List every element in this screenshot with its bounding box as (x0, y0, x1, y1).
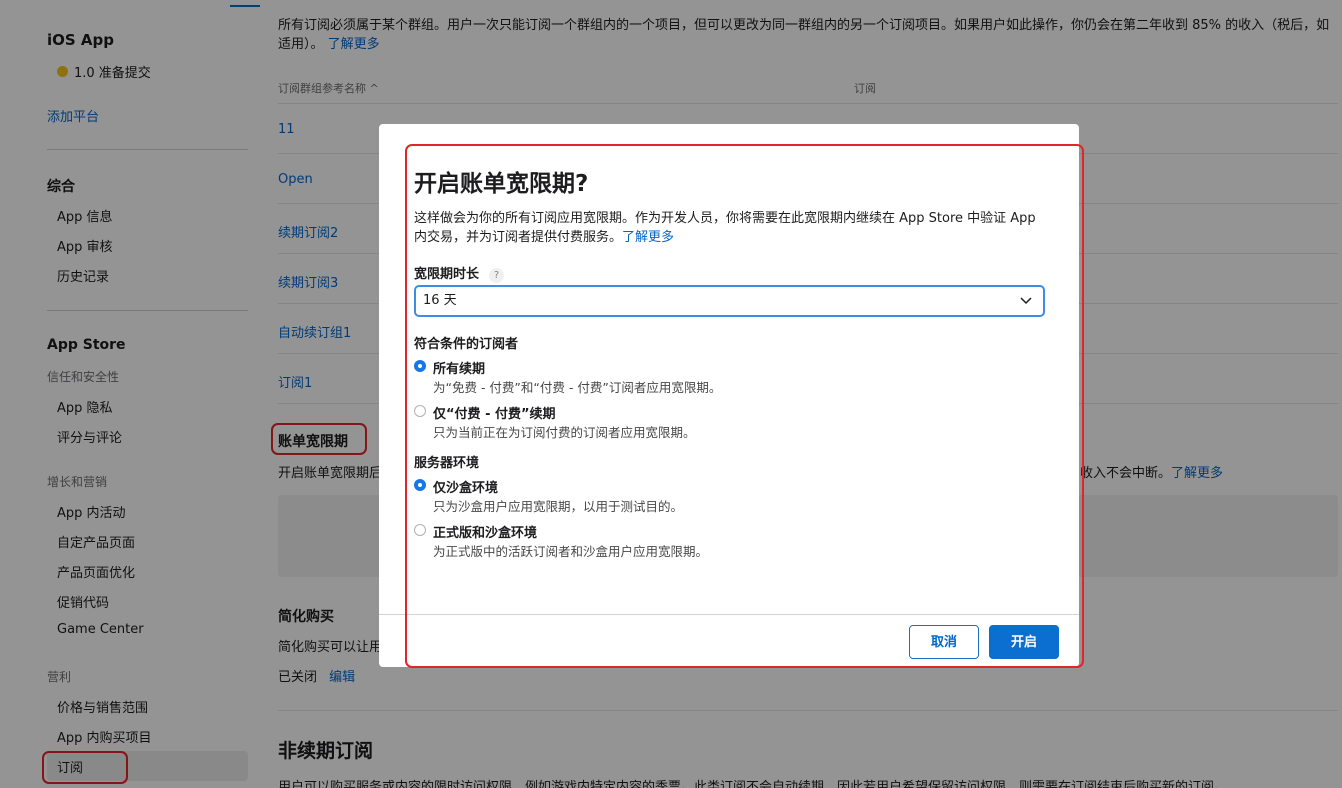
annotation-box-dialog (405, 144, 1084, 668)
